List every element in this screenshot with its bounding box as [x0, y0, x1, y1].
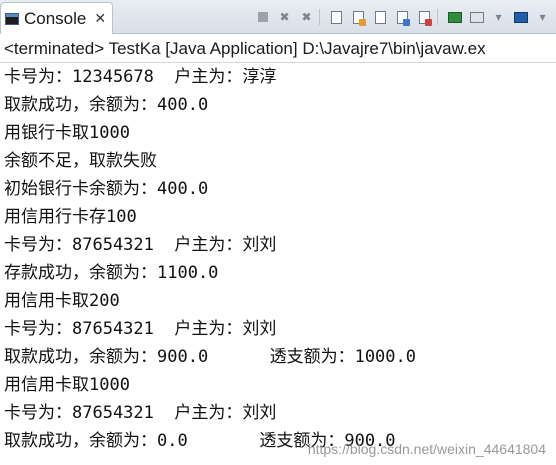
show-on-stdout-icon: [397, 10, 410, 26]
pin-console-button[interactable]: [445, 8, 464, 27]
terminate-button[interactable]: [253, 8, 272, 27]
console-line: 用信用卡取1000: [4, 375, 130, 395]
open-console-button[interactable]: [511, 8, 530, 27]
console-line: 初始银行卡余额为：400.0: [4, 179, 209, 199]
console-icon: [5, 12, 19, 25]
pin-console-icon: [447, 11, 462, 23]
tab-console[interactable]: Console ✕: [0, 2, 113, 34]
console-line: 余额不足，取款失败: [4, 151, 157, 171]
scroll-lock-icon: [353, 10, 366, 26]
console-line: 卡号为：87654321 户主为：刘刘: [4, 319, 277, 339]
display-console-dropdown[interactable]: ▾: [489, 8, 508, 27]
clear-console-button[interactable]: [327, 8, 346, 27]
open-console-icon: [513, 11, 528, 23]
console-toolbar: ✖ ✖ ▾ ▾: [253, 6, 552, 28]
toolbar-separator: [319, 9, 324, 25]
show-on-stderr-button[interactable]: [415, 8, 434, 27]
show-on-stdout-button[interactable]: [393, 8, 412, 27]
clear-console-icon: [331, 10, 342, 24]
view-tabbar: Console ✕ ✖ ✖ ▾ ▾: [0, 0, 556, 34]
scroll-lock-button[interactable]: [349, 8, 368, 27]
console-line: 卡号为：87654321 户主为：刘刘: [4, 403, 277, 423]
console-output[interactable]: <terminated> TestKa [Java Application] D…: [0, 35, 556, 465]
console-line: 用信用卡取200: [4, 291, 120, 311]
watermark: https://blog.csdn.net/weixin_44641804: [307, 441, 546, 457]
display-console-icon: [469, 11, 484, 23]
remove-all-terminated-button[interactable]: ✖: [297, 8, 316, 27]
word-wrap-icon: [375, 10, 386, 24]
display-console-button[interactable]: [467, 8, 486, 27]
show-on-stderr-icon: [419, 10, 432, 26]
console-lines: 卡号为：12345678 户主为：淳淳 取款成功，余额为：400.0 用银行卡取…: [0, 63, 556, 455]
console-header: <terminated> TestKa [Java Application] D…: [0, 35, 556, 63]
console-line: 存款成功，余额为：1100.0: [4, 263, 219, 283]
tab-label: Console: [24, 8, 87, 28]
remove-launch-button[interactable]: ✖: [275, 8, 294, 27]
close-icon[interactable]: ✕: [94, 11, 106, 27]
console-line: 用银行卡取1000: [4, 123, 130, 143]
console-line: 卡号为：87654321 户主为：刘刘: [4, 235, 277, 255]
console-line: 取款成功，余额为：400.0: [4, 95, 209, 115]
terminate-icon: [257, 12, 268, 22]
toolbar-separator: [437, 9, 442, 25]
console-line: 用信用行卡存100: [4, 207, 137, 227]
console-line: 取款成功，余额为：900.0 透支额为：1000.0: [4, 347, 416, 367]
word-wrap-button[interactable]: [371, 8, 390, 27]
open-console-dropdown[interactable]: ▾: [533, 8, 552, 27]
console-line: 卡号为：12345678 户主为：淳淳: [4, 67, 277, 87]
